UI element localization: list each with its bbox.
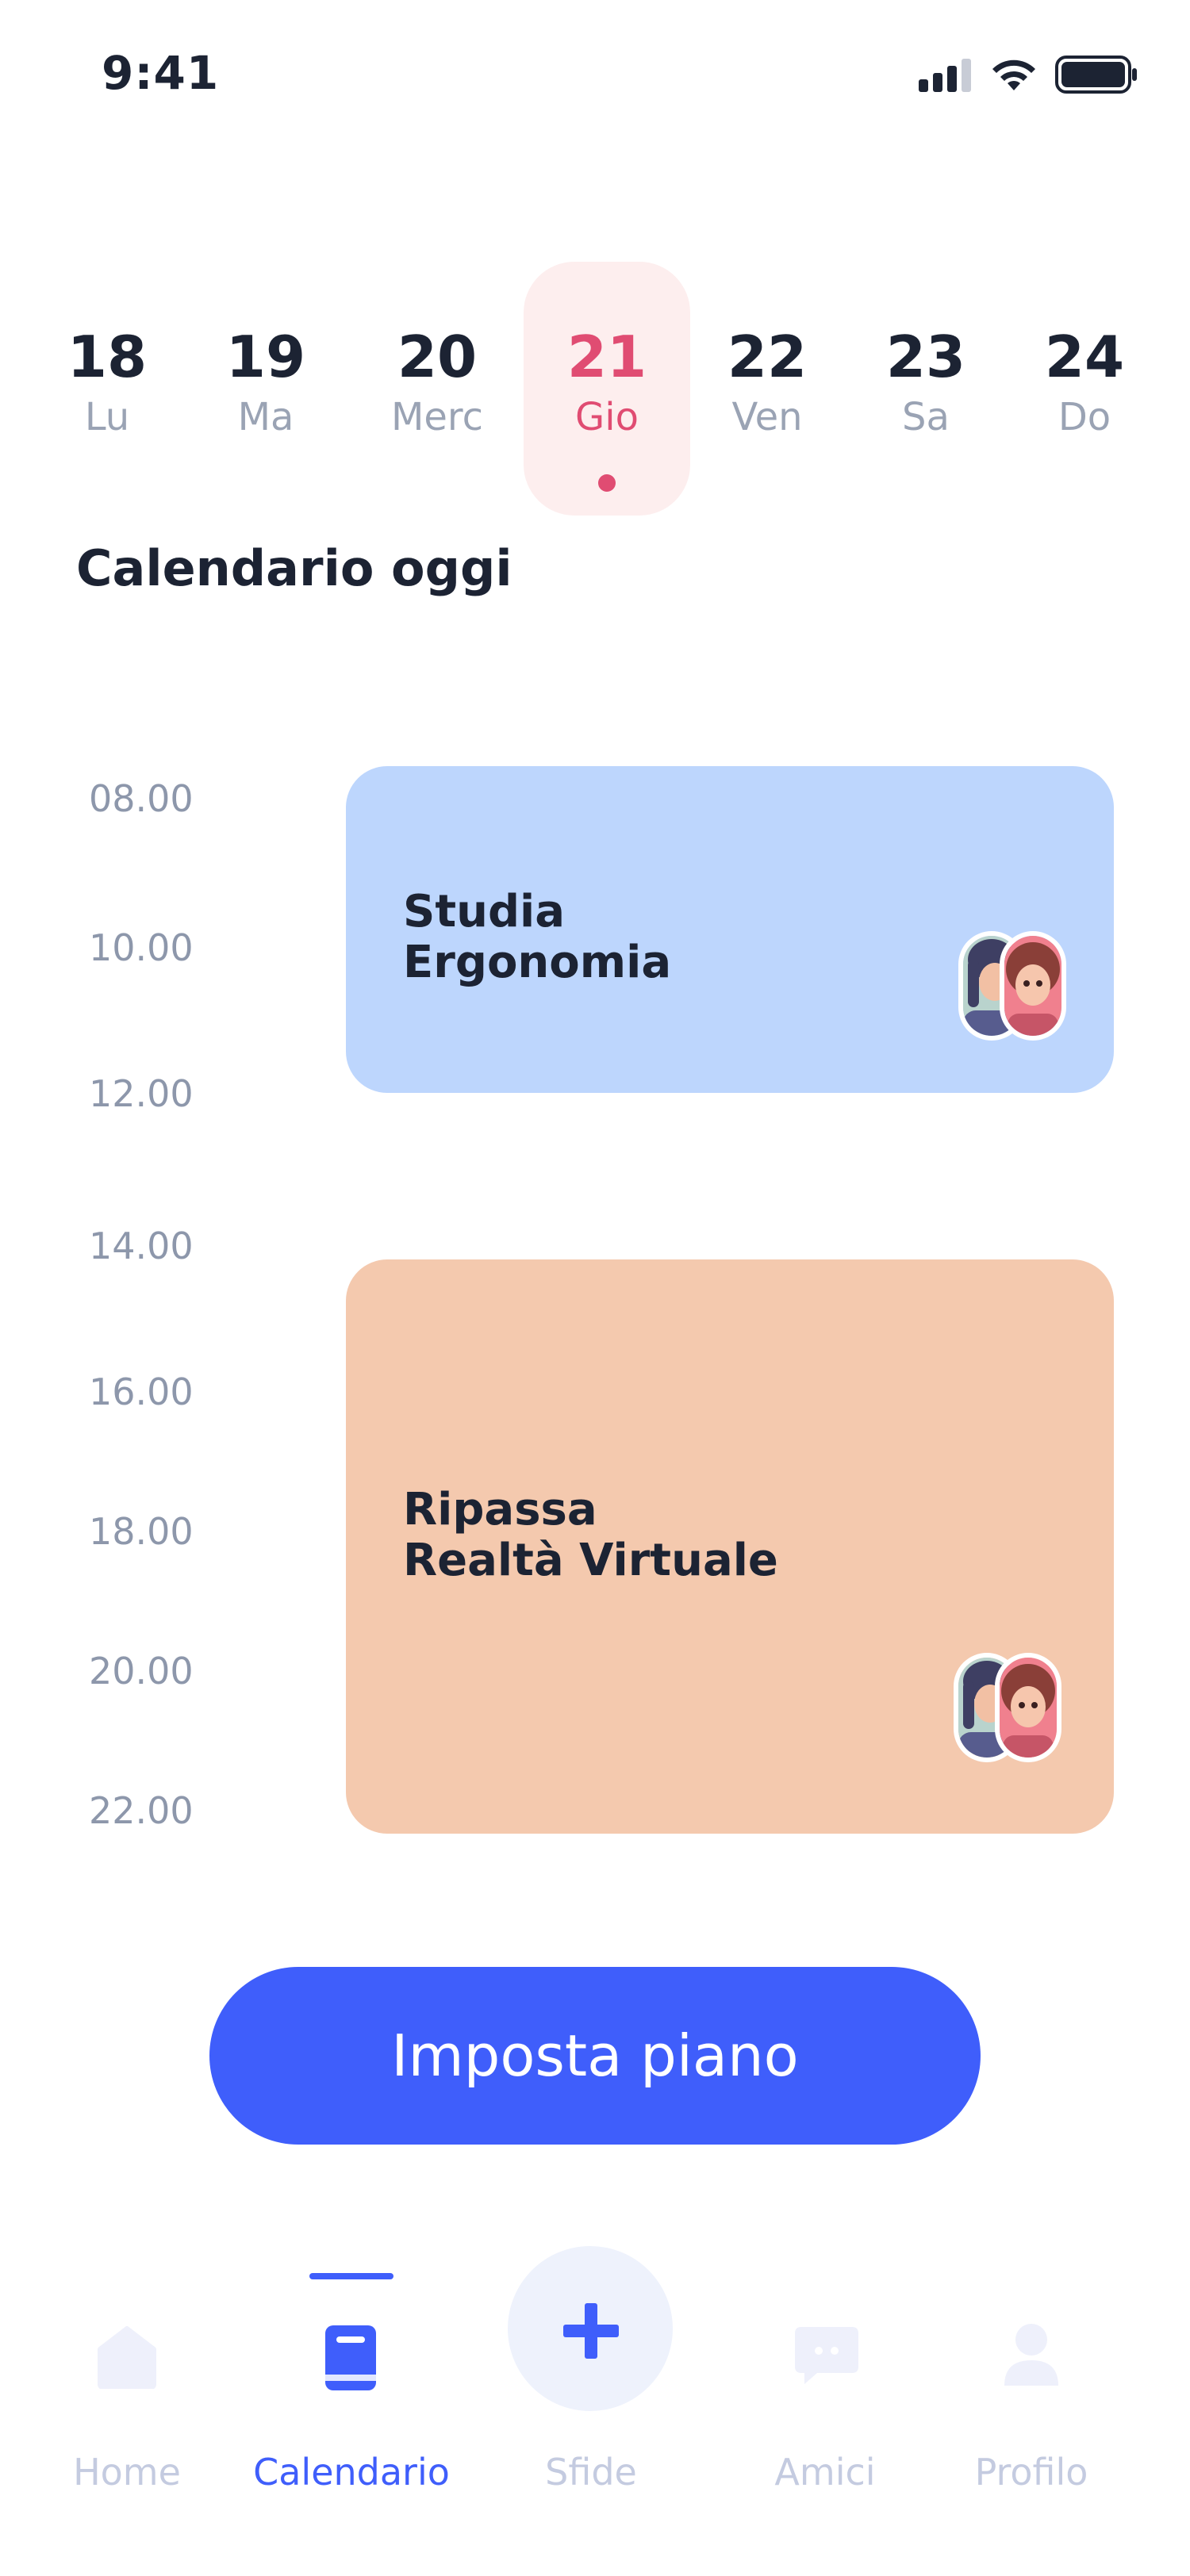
- nav-label: Home: [73, 2451, 181, 2494]
- event-title-line: Ergonomia: [403, 937, 672, 988]
- event-title-line: Studia: [403, 886, 566, 937]
- today-dot: [598, 474, 616, 492]
- day-number: 24: [1044, 324, 1125, 390]
- day-name: Do: [1058, 395, 1111, 439]
- event-title: Studia Ergonomia: [403, 887, 671, 988]
- day-19[interactable]: 19 Ma: [182, 262, 349, 516]
- day-21-selected[interactable]: 21 Gio: [524, 262, 690, 516]
- day-name: Ven: [731, 395, 803, 439]
- book-icon: [325, 2325, 376, 2390]
- nav-item-home[interactable]: Home: [63, 2237, 190, 2576]
- day-20[interactable]: 20 Merc: [354, 262, 520, 516]
- avatar: [1000, 931, 1066, 1041]
- day-number: 20: [397, 324, 478, 390]
- battery-icon: [1055, 56, 1137, 94]
- day-name: Lu: [84, 395, 130, 439]
- hour-label: 14.00: [89, 1225, 194, 1267]
- day-23[interactable]: 23 Sa: [843, 262, 1009, 516]
- section-title: Calendario oggi: [76, 539, 512, 597]
- day-number: 23: [885, 324, 966, 390]
- day-number: 18: [67, 324, 148, 390]
- participants: [954, 1653, 1061, 1762]
- week-strip: 18 Lu 19 Ma 20 Merc 21 Gio 22 Ven 23 Sa …: [0, 262, 1190, 523]
- plus-icon: [563, 2303, 619, 2359]
- event-card-ripassa-realta-virtuale[interactable]: Ripassa Realtà Virtuale: [346, 1259, 1114, 1834]
- day-number: 22: [727, 324, 808, 390]
- nav-label: Profilo: [974, 2451, 1088, 2494]
- hour-label: 18.00: [89, 1510, 194, 1553]
- event-title-line: Realtà Virtuale: [403, 1535, 778, 1586]
- day-name: Ma: [237, 395, 294, 439]
- day-name: Merc: [390, 395, 483, 439]
- nav-item-calendario[interactable]: Calendario: [252, 2237, 451, 2576]
- hour-label: 16.00: [89, 1370, 194, 1413]
- nav-item-profilo[interactable]: Profilo: [968, 2237, 1095, 2576]
- hour-label: 20.00: [89, 1650, 194, 1692]
- nav-label: Amici: [774, 2451, 876, 2494]
- hour-label: 08.00: [89, 777, 194, 820]
- status-time: 9:41: [102, 46, 220, 100]
- day-number: 19: [225, 324, 306, 390]
- day-24[interactable]: 24 Do: [1001, 262, 1168, 516]
- avatar: [995, 1653, 1061, 1762]
- hour-label: 12.00: [89, 1072, 194, 1115]
- chat-icon: [795, 2327, 858, 2384]
- event-title-line: Ripassa: [403, 1484, 597, 1535]
- status-icons: [919, 54, 1138, 95]
- day-number: 21: [566, 324, 647, 390]
- signal-icon: [919, 59, 971, 92]
- bottom-nav: Home Calendario Sfide Amici Profilo: [0, 2237, 1190, 2576]
- nav-label: Calendario: [253, 2451, 450, 2494]
- calendar-screen: 9:41 18 Lu 19 Ma 20 Merc 21 Gio 22 Ven 2…: [0, 0, 1190, 2576]
- imposta-piano-button[interactable]: Imposta piano: [209, 1967, 981, 2145]
- home-icon: [98, 2326, 156, 2389]
- day-22[interactable]: 22 Ven: [684, 262, 850, 516]
- user-icon: [1004, 2324, 1058, 2386]
- participants: [958, 931, 1066, 1041]
- nav-label: Sfide: [545, 2451, 637, 2494]
- day-name: Gio: [575, 395, 639, 439]
- hour-label: 10.00: [89, 926, 194, 969]
- nav-item-sfide[interactable]: Sfide: [524, 2237, 658, 2576]
- day-18[interactable]: 18 Lu: [24, 262, 190, 516]
- wifi-icon: [992, 59, 1035, 90]
- nav-item-amici[interactable]: Amici: [754, 2237, 896, 2576]
- event-card-studia-ergonomia[interactable]: Studia Ergonomia: [346, 766, 1114, 1093]
- event-title: Ripassa Realtà Virtuale: [403, 1485, 778, 1586]
- day-name: Sa: [902, 395, 950, 439]
- hour-label: 22.00: [89, 1789, 194, 1832]
